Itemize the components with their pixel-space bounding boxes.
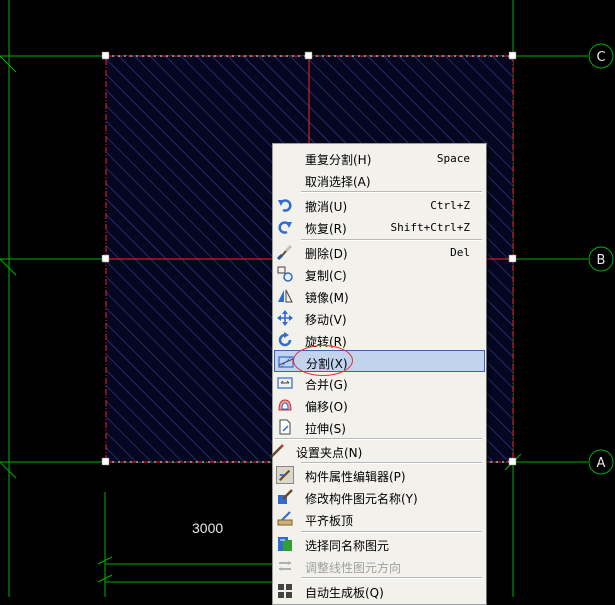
menu-item-set-grip[interactable]: 设置夹点(N) [269, 440, 485, 462]
copy-icon [276, 265, 294, 283]
rotate-icon [276, 331, 294, 349]
menu-item-label: 复制(C) [305, 269, 347, 283]
menu-item-move[interactable]: 移动(V) [274, 307, 485, 329]
menu-item-select-same-name[interactable]: 选择同名称图元 [274, 533, 485, 555]
menu-item-label: 平齐板顶 [305, 514, 354, 528]
menu-item-merge[interactable]: 合并(G) [274, 372, 485, 394]
merge-icon [276, 374, 294, 392]
align-top-icon [276, 510, 294, 528]
menu-item-stretch[interactable]: 拉伸(S) [274, 416, 485, 438]
menu-item-delete[interactable]: 删除(D) Del [274, 241, 485, 263]
split-icon [277, 353, 295, 371]
menu-item-undo[interactable]: 撤消(U) Ctrl+Z [274, 194, 485, 216]
delete-brush-icon [276, 243, 294, 261]
menu-item-label: 修改构件图元名称(Y) [305, 492, 418, 506]
menu-item-shortcut: Ctrl+Z [430, 199, 470, 212]
menu-item-shortcut: Space [436, 152, 470, 165]
axis-label-c: C [596, 50, 605, 65]
menu-item-rename[interactable]: 修改构件图元名称(Y) [274, 486, 485, 508]
offset-icon [276, 396, 294, 414]
menu-item-label: 设置夹点(N) [296, 446, 363, 460]
rename-icon [276, 488, 294, 506]
menu-item-label: 分割(X) [306, 357, 348, 371]
menu-item-label: 重复分割(H) [305, 153, 372, 167]
menu-item-label: 偏移(O) [305, 400, 348, 414]
property-editor-icon [276, 466, 294, 484]
menu-item-label: 旋转(R) [305, 335, 347, 349]
menu-item-adjust-direction[interactable]: 调整线性图元方向 [274, 555, 485, 577]
menu-item-align-slab-top[interactable]: 平齐板顶 [274, 508, 485, 530]
context-menu: 重复分割(H) Space 取消选择(A) 撤消(U) Ctrl+Z 恢复(R)… [269, 143, 487, 605]
select-same-icon [276, 535, 294, 553]
menu-item-label: 删除(D) [305, 247, 348, 261]
menu-item-property-editor[interactable]: 构件属性编辑器(P) [274, 464, 485, 486]
menu-item-label: 撤消(U) [305, 200, 348, 214]
menu-item-label: 合并(G) [305, 378, 348, 392]
direction-icon [276, 557, 294, 575]
menu-item-offset[interactable]: 偏移(O) [274, 394, 485, 416]
menu-item-redo[interactable]: 恢复(R) Shift+Ctrl+Z [274, 216, 485, 238]
auto-slab-icon [276, 582, 294, 600]
menu-item-label: 镜像(M) [305, 291, 349, 305]
undo-icon [276, 196, 294, 214]
menu-item-split[interactable]: 分割(X) [274, 350, 485, 372]
menu-item-rotate[interactable]: 旋转(R) [274, 329, 485, 351]
menu-item-repeat-split[interactable]: 重复分割(H) Space [274, 147, 485, 169]
menu-item-shortcut: Del [450, 246, 470, 259]
menu-item-label: 调整线性图元方向 [305, 561, 402, 575]
axis-label-a: A [597, 456, 606, 471]
menu-item-label: 恢复(R) [305, 222, 347, 236]
menu-item-label: 选择同名称图元 [305, 539, 390, 553]
pencil-icon [268, 442, 286, 460]
menu-item-shortcut: Shift+Ctrl+Z [390, 221, 470, 234]
axis-label-b: B [597, 253, 606, 268]
menu-item-label: 移动(V) [305, 313, 347, 327]
menu-item-auto-generate-slab[interactable]: 自动生成板(Q) [274, 580, 485, 602]
menu-item-copy[interactable]: 复制(C) [274, 263, 485, 285]
dimension-label: 3000 [192, 520, 224, 536]
menu-item-label: 构件属性编辑器(P) [305, 470, 406, 484]
menu-item-label: 自动生成板(Q) [305, 586, 384, 600]
mirror-icon [276, 287, 294, 305]
menu-item-mirror[interactable]: 镜像(M) [274, 285, 485, 307]
move-icon [276, 309, 294, 327]
stretch-icon [276, 418, 294, 436]
menu-item-deselect[interactable]: 取消选择(A) [274, 169, 485, 191]
menu-item-label: 拉伸(S) [305, 422, 346, 436]
menu-item-label: 取消选择(A) [305, 175, 371, 189]
redo-icon [276, 218, 294, 236]
